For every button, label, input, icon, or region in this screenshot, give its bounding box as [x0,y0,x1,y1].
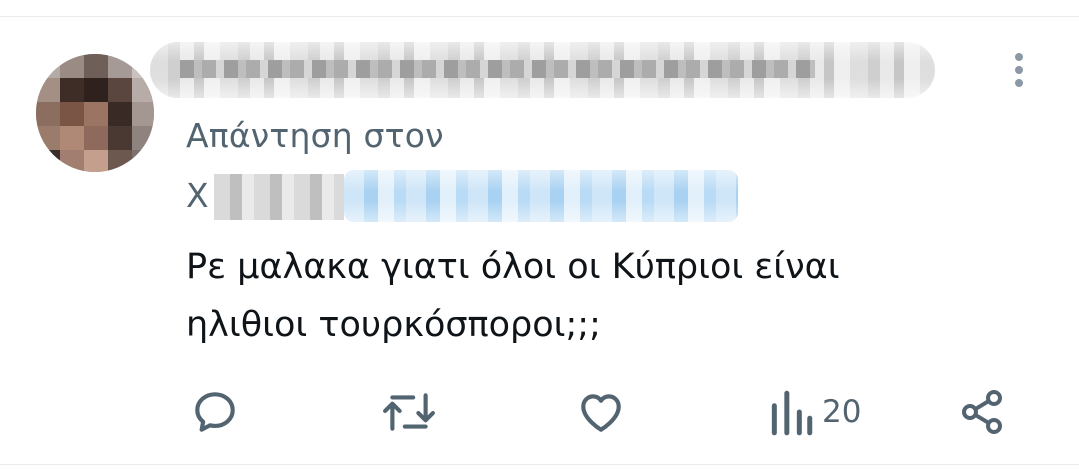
divider-top [0,16,1079,17]
reply-to-handle-link-redacted[interactable] [344,170,738,222]
like-button[interactable] [576,384,626,440]
views-button[interactable]: 20 [768,384,861,440]
tweet-text: Ρε μαλακα γιατι όλοι οι Κύπριοι είναι ηλ… [186,238,1006,354]
share-button[interactable] [958,384,1006,440]
more-dot-icon [1015,79,1023,87]
retweet-button[interactable] [382,384,436,440]
more-dot-icon [1015,66,1023,74]
author-name-redacted[interactable] [150,42,935,98]
divider-bottom [0,464,1079,465]
share-icon [958,387,1006,437]
tweet-text-line: ηλιθιοι τουρκόσποροι;;; [186,305,601,345]
more-options-button[interactable] [1006,50,1032,90]
heart-icon [576,387,626,437]
bar-chart-icon [768,387,814,437]
action-bar: 20 [0,384,1079,440]
tweet-text-line: Ρε μαλακα γιατι όλοι οι Κύπριοι είναι [186,247,840,287]
more-dot-icon [1015,53,1023,61]
reply-bubble-icon [190,387,240,437]
reply-button[interactable] [190,384,240,440]
reply-to-handle-initial: X [186,176,209,215]
reply-to-name-redacted [214,174,344,220]
views-count: 20 [822,394,862,430]
retweet-icon [382,387,436,437]
avatar[interactable] [36,54,154,172]
tweet-reply-card: Απάντηση στον X Ρε μαλακα γιατι όλοι οι … [0,0,1079,472]
reply-to-label: Απάντηση στον [186,116,444,155]
